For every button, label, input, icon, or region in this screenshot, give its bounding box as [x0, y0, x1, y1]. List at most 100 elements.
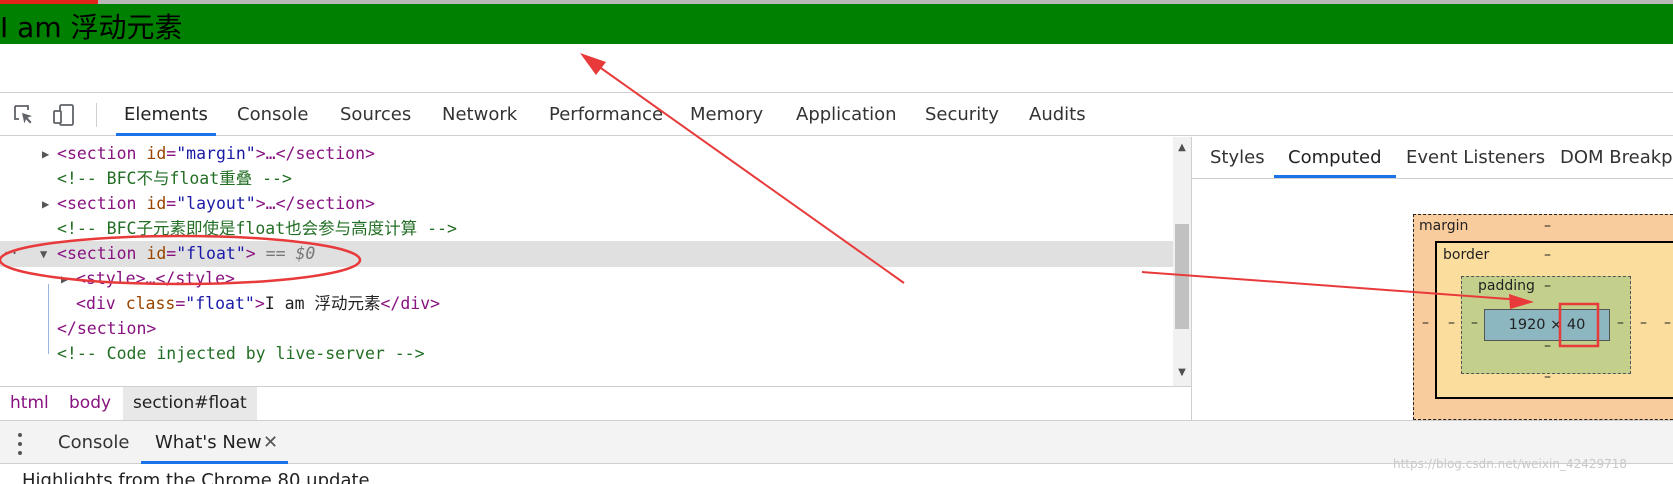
selected-node-marker: == $0	[265, 244, 316, 263]
dom-node-section-float-selected[interactable]: ·· ▼ <section id="float"> == $0	[0, 241, 1173, 267]
box-model-content[interactable]: 1920 × 40	[1484, 309, 1610, 341]
node-open-bracket: </	[57, 319, 77, 338]
tab-dom-breakpoints[interactable]: DOM Breakpoints	[1560, 137, 1673, 178]
comment-text: <!-- BFC不与float重叠 -->	[57, 169, 292, 188]
scroll-down-icon[interactable]: ▼	[1175, 366, 1189, 380]
tab-event-listeners[interactable]: Event Listeners	[1406, 137, 1545, 178]
node-close-tag: section	[295, 194, 366, 213]
content-size-label: 1920 × 40	[1508, 317, 1586, 333]
node-close-bracket: >	[245, 244, 256, 263]
tab-memory[interactable]: Memory	[690, 93, 763, 136]
styles-sidebar: Styles Computed Event Listeners DOM Brea…	[1191, 137, 1673, 420]
node-close-bracket: >	[146, 319, 157, 338]
node-attr-name: id	[146, 194, 167, 213]
sidebar-tab-bar: Styles Computed Event Listeners DOM Brea…	[1192, 137, 1673, 179]
node-attr-name: class	[125, 294, 176, 313]
expand-triangle-icon[interactable]: ▶	[61, 266, 68, 292]
node-open-bracket: <	[57, 194, 67, 213]
tab-security[interactable]: Security	[925, 93, 999, 136]
node-attr-value: "layout"	[176, 194, 256, 213]
dom-comment[interactable]: <!-- Code injected by live-server -->	[0, 341, 1173, 367]
margin-top-value[interactable]: –	[1544, 218, 1551, 234]
dom-comment[interactable]: <!-- BFC子元素即使是float也会参与高度计算 -->	[0, 216, 1173, 242]
tab-styles[interactable]: Styles	[1210, 137, 1265, 178]
node-close-bracket: >	[225, 269, 235, 288]
node-attr-name: id	[146, 244, 167, 263]
breadcrumb-body[interactable]: body	[69, 387, 111, 420]
node-close-tag: section	[295, 144, 366, 163]
toolbar-separator	[96, 103, 97, 127]
border-bottom-value[interactable]: –	[1544, 369, 1551, 385]
expand-triangle-icon[interactable]: ▶	[42, 141, 49, 167]
breadcrumb-html[interactable]: html	[10, 387, 49, 420]
float-element-text: I am 浮动元素	[0, 11, 183, 44]
margin-label: margin	[1419, 218, 1469, 234]
tab-computed[interactable]: Computed	[1274, 137, 1396, 178]
breadcrumb: html body section#float	[0, 386, 1191, 420]
more-options-icon[interactable]	[18, 433, 24, 455]
tab-performance[interactable]: Performance	[549, 93, 663, 136]
border-left-value[interactable]: –	[1448, 315, 1455, 331]
node-open-bracket: <	[57, 244, 67, 263]
whats-new-headline: Highlights from the Chrome 80 update	[22, 470, 370, 484]
node-attr-value: "margin"	[176, 144, 256, 163]
float-element: I am 浮动元素	[0, 4, 1673, 44]
padding-right-value[interactable]: –	[1617, 315, 1624, 331]
node-open-bracket: <	[57, 144, 67, 163]
dom-node-section-close[interactable]: </section>	[0, 316, 1173, 342]
node-close-tag: div	[400, 294, 431, 313]
dom-node-div-float[interactable]: <div class="float">I am 浮动元素</div>	[0, 291, 1173, 317]
padding-top-value[interactable]: –	[1544, 278, 1551, 294]
node-tag-name: style	[85, 269, 136, 288]
comment-text: <!-- BFC子元素即使是float也会参与高度计算 -->	[57, 219, 457, 238]
annotation-arrowhead-up	[580, 53, 606, 75]
border-right-value[interactable]: –	[1640, 315, 1647, 331]
dom-node-style[interactable]: ▶ <style>…</style>	[0, 266, 1173, 292]
tab-elements[interactable]: Elements	[116, 93, 216, 136]
device-toolbar-icon[interactable]	[52, 103, 76, 127]
tab-console[interactable]: Console	[237, 93, 308, 136]
comment-text: <!-- Code injected by live-server -->	[57, 344, 425, 363]
drawer-tab-console[interactable]: Console	[58, 421, 129, 464]
node-collapsed: >…</	[135, 269, 176, 288]
margin-left-value[interactable]: –	[1422, 315, 1429, 331]
node-close-bracket: >	[365, 194, 375, 213]
border-top-value[interactable]: –	[1544, 247, 1551, 263]
node-close-open: </	[380, 294, 401, 313]
dom-node-section-layout[interactable]: ▶ <section id="layout">…</section>	[0, 191, 1173, 217]
devtools-tab-bar: Elements Console Sources Network Perform…	[0, 92, 1673, 136]
padding-bottom-value[interactable]: –	[1544, 338, 1551, 354]
node-attr-value: "float"	[185, 294, 255, 313]
scroll-up-icon[interactable]: ▲	[1175, 141, 1189, 155]
padding-left-value[interactable]: –	[1471, 315, 1478, 331]
node-close-bracket: >	[430, 294, 441, 313]
collapse-triangle-icon[interactable]: ▼	[40, 241, 47, 267]
padding-label: padding	[1478, 278, 1535, 294]
tab-audits[interactable]: Audits	[1029, 93, 1086, 136]
node-collapsed: >…</	[255, 194, 296, 213]
node-text-content: I am 浮动元素	[264, 294, 381, 313]
border-label: border	[1443, 247, 1490, 263]
margin-right-value[interactable]: –	[1664, 315, 1671, 331]
node-attr-name: id	[146, 144, 167, 163]
node-tag-name: section	[66, 144, 137, 163]
expand-triangle-icon[interactable]: ▶	[42, 191, 49, 217]
dom-comment[interactable]: <!-- BFC不与float重叠 -->	[0, 166, 1173, 192]
tab-network[interactable]: Network	[442, 93, 517, 136]
elements-scroll-thumb[interactable]	[1175, 224, 1189, 329]
close-icon[interactable]: ✕	[263, 421, 278, 465]
select-element-icon[interactable]	[12, 103, 36, 127]
node-tag-name: div	[85, 294, 116, 313]
node-open-bracket: <	[76, 294, 86, 313]
node-attr-value: "float"	[176, 244, 246, 263]
node-close-tag: style	[175, 269, 226, 288]
tab-sources[interactable]: Sources	[340, 93, 411, 136]
tree-indent-guide	[48, 284, 49, 354]
node-tag-name: section	[66, 244, 137, 263]
node-collapsed: >…</	[255, 144, 296, 163]
dom-node-section-margin[interactable]: ▶ <section id="margin">…</section>	[0, 141, 1173, 167]
breadcrumb-section-float[interactable]: section#float	[123, 387, 257, 420]
more-dots-icon[interactable]: ··	[2, 241, 19, 267]
tab-application[interactable]: Application	[796, 93, 897, 136]
node-close-bracket: >	[254, 294, 265, 313]
